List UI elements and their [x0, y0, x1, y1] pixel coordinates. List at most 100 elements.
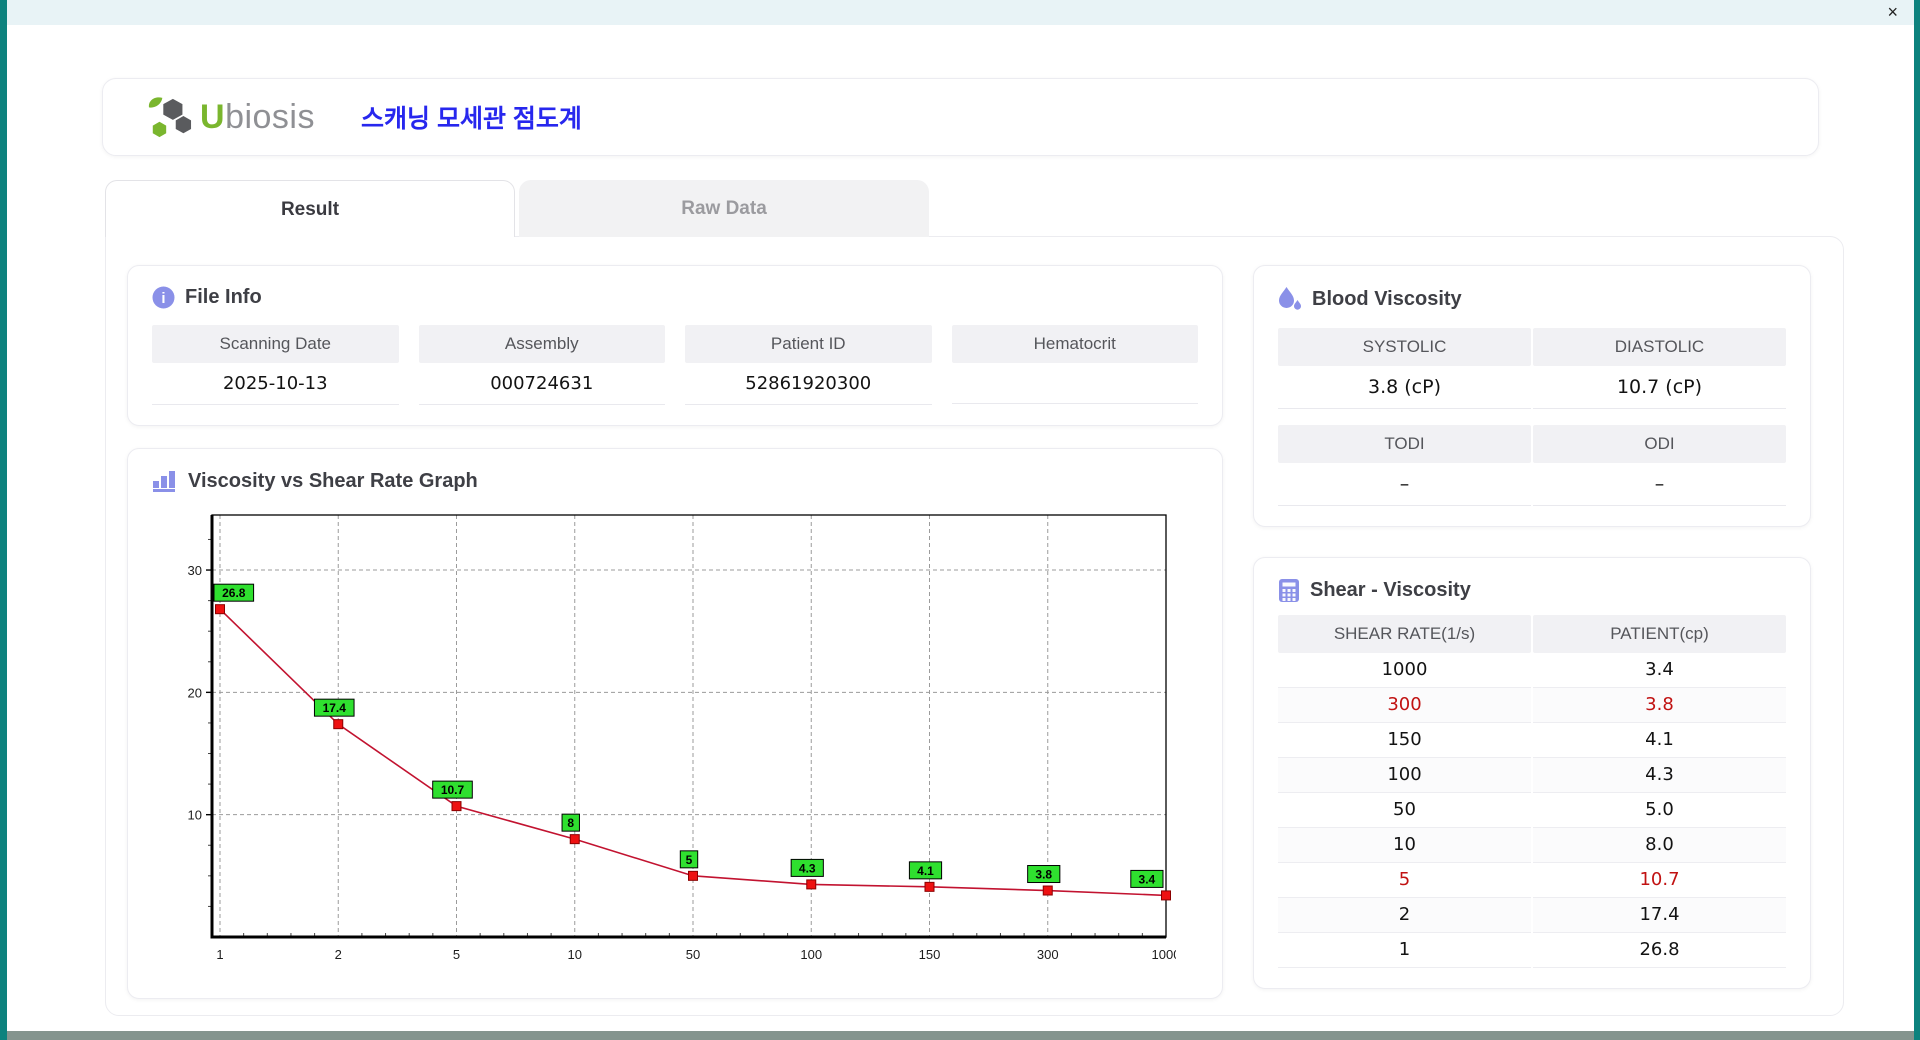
shear-rate-cell: 150 [1278, 723, 1531, 758]
field-value: 000724631 [418, 363, 665, 405]
shear-rate-cell: 2 [1278, 898, 1531, 933]
bv-header: ODI [1533, 425, 1786, 463]
svg-text:i: i [161, 290, 165, 307]
svg-text:10: 10 [188, 808, 202, 823]
window-titlebar: × [7, 0, 1914, 25]
patient-cell: 4.3 [1533, 758, 1786, 793]
graph-title: Viscosity vs Shear Rate Graph [152, 469, 1198, 493]
svg-text:5: 5 [453, 947, 460, 962]
result-panel: i File Info Scanning Date 2025-10-13 Asse… [105, 236, 1844, 1016]
table-row: 100 4.3 [1278, 758, 1786, 793]
window-border-bottom [7, 1031, 1914, 1040]
field-label: Patient ID [685, 325, 932, 363]
bv-header: SYSTOLIC [1278, 328, 1531, 366]
blood-viscosity-group: SYSTOLIC DIASTOLIC 3.8 (cP) 10.7 (cP) [1278, 328, 1786, 409]
calculator-icon [1279, 579, 1299, 602]
svg-text:3.8: 3.8 [1035, 868, 1052, 882]
shear-rate-cell: 1 [1278, 933, 1531, 968]
svg-text:1: 1 [216, 947, 223, 962]
svg-text:30: 30 [188, 563, 202, 578]
app-title: 스캐닝 모세관 점도계 [361, 105, 582, 133]
patient-cell: 3.8 [1533, 688, 1786, 723]
ubiosis-logo-icon [148, 97, 192, 138]
tab-raw-data[interactable]: Raw Data [519, 180, 929, 237]
viscosity-chart: 10 20 30 1 2 5 10 50 100 150 300 1000 26.8 17.4 10.7 8 5… [188, 514, 1180, 962]
bar-chart-icon [153, 471, 175, 492]
svg-text:50: 50 [686, 947, 700, 962]
shear-table-header: SHEAR RATE(1/s) PATIENT(cp) [1278, 615, 1786, 653]
svg-text:5: 5 [686, 853, 693, 867]
field-value: 2025-10-13 [152, 363, 399, 405]
shear-rate-cell: 50 [1278, 793, 1531, 828]
table-row: 50 5.0 [1278, 793, 1786, 828]
main-content: Ubiosis 스캐닝 모세관 점도계 Result Raw Data i Fi… [7, 25, 1914, 1031]
file-info-fields: Scanning Date 2025-10-13 Assembly 0007246… [152, 325, 1198, 405]
patient-column-header: PATIENT(cp) [1533, 615, 1786, 653]
table-row: 300 3.8 [1278, 688, 1786, 723]
field-label: Scanning Date [152, 325, 399, 363]
file-info-field: Patient ID 52861920300 [685, 325, 932, 405]
svg-text:4.3: 4.3 [799, 861, 816, 875]
table-row: 1 26.8 [1278, 933, 1786, 968]
chart-area: 10 20 30 1 2 5 10 50 100 150 300 1000 26.8 17.4 10.7 8 5… [152, 507, 1198, 978]
svg-text:4.1: 4.1 [917, 864, 934, 878]
bv-value: – [1278, 463, 1531, 506]
svg-text:100: 100 [800, 947, 822, 962]
table-row: 2 17.4 [1278, 898, 1786, 933]
svg-text:8: 8 [567, 816, 574, 830]
patient-cell: 3.4 [1533, 653, 1786, 688]
shear-rate-cell: 1000 [1278, 653, 1531, 688]
patient-cell: 26.8 [1533, 933, 1786, 968]
droplet-icon [1279, 287, 1301, 310]
shear-rate-cell: 100 [1278, 758, 1531, 793]
svg-text:10.7: 10.7 [441, 783, 465, 797]
file-info-field: Assembly 000724631 [418, 325, 665, 405]
svg-text:150: 150 [919, 947, 941, 962]
window-border-right [1914, 0, 1920, 1040]
shear-rate-cell: 300 [1278, 688, 1531, 723]
close-icon[interactable]: × [1887, 1, 1898, 24]
file-info-card: i File Info Scanning Date 2025-10-13 Asse… [127, 265, 1223, 426]
table-row: 1000 3.4 [1278, 653, 1786, 688]
patient-cell: 10.7 [1533, 863, 1786, 898]
info-icon: i [152, 286, 175, 309]
tab-result[interactable]: Result [105, 180, 515, 237]
svg-text:2: 2 [335, 947, 342, 962]
table-row: 150 4.1 [1278, 723, 1786, 758]
svg-text:3.4: 3.4 [1139, 872, 1156, 886]
window-border-left [0, 0, 7, 1040]
ubiosis-logo: Ubiosis [147, 95, 315, 139]
tab-bar: Result Raw Data [105, 180, 1914, 237]
bv-value: 3.8 (cP) [1278, 366, 1531, 409]
field-label: Hematocrit [951, 325, 1198, 363]
table-row: 5 10.7 [1278, 863, 1786, 898]
file-info-field: Scanning Date 2025-10-13 [152, 325, 399, 405]
shear-rate-column-header: SHEAR RATE(1/s) [1278, 615, 1531, 653]
file-info-field: Hematocrit [951, 325, 1198, 405]
blood-viscosity-group: TODI ODI – – [1278, 425, 1786, 506]
field-label: Assembly [418, 325, 665, 363]
bv-value: 10.7 (cP) [1533, 366, 1786, 409]
shear-table-body: 1000 3.4 300 3.8 150 4.1 100 4.3 50 5.0 10 8.… [1278, 653, 1786, 968]
patient-cell: 17.4 [1533, 898, 1786, 933]
table-row: 10 8.0 [1278, 828, 1786, 863]
app-header: Ubiosis 스캐닝 모세관 점도계 [102, 78, 1819, 156]
bv-header: TODI [1278, 425, 1531, 463]
blood-viscosity-card: Blood Viscosity SYSTOLIC DIASTOLIC 3.8 (… [1253, 265, 1811, 527]
field-value [951, 363, 1198, 404]
svg-text:1000: 1000 [1152, 947, 1176, 962]
svg-text:10: 10 [568, 947, 582, 962]
patient-cell: 4.1 [1533, 723, 1786, 758]
shear-rate-cell: 10 [1278, 828, 1531, 863]
patient-cell: 8.0 [1533, 828, 1786, 863]
patient-cell: 5.0 [1533, 793, 1786, 828]
file-info-title: i File Info [152, 286, 1198, 309]
svg-text:17.4: 17.4 [323, 701, 347, 715]
svg-text:26.8: 26.8 [222, 586, 246, 600]
field-value: 52861920300 [685, 363, 932, 405]
blood-viscosity-table: SYSTOLIC DIASTOLIC 3.8 (cP) 10.7 (cP) TOD… [1278, 328, 1786, 506]
bv-value: – [1533, 463, 1786, 506]
shear-viscosity-card: Shear - Viscosity SHEAR RATE(1/s) PATIEN… [1253, 557, 1811, 989]
svg-text:20: 20 [188, 685, 202, 700]
shear-rate-cell: 5 [1278, 863, 1531, 898]
